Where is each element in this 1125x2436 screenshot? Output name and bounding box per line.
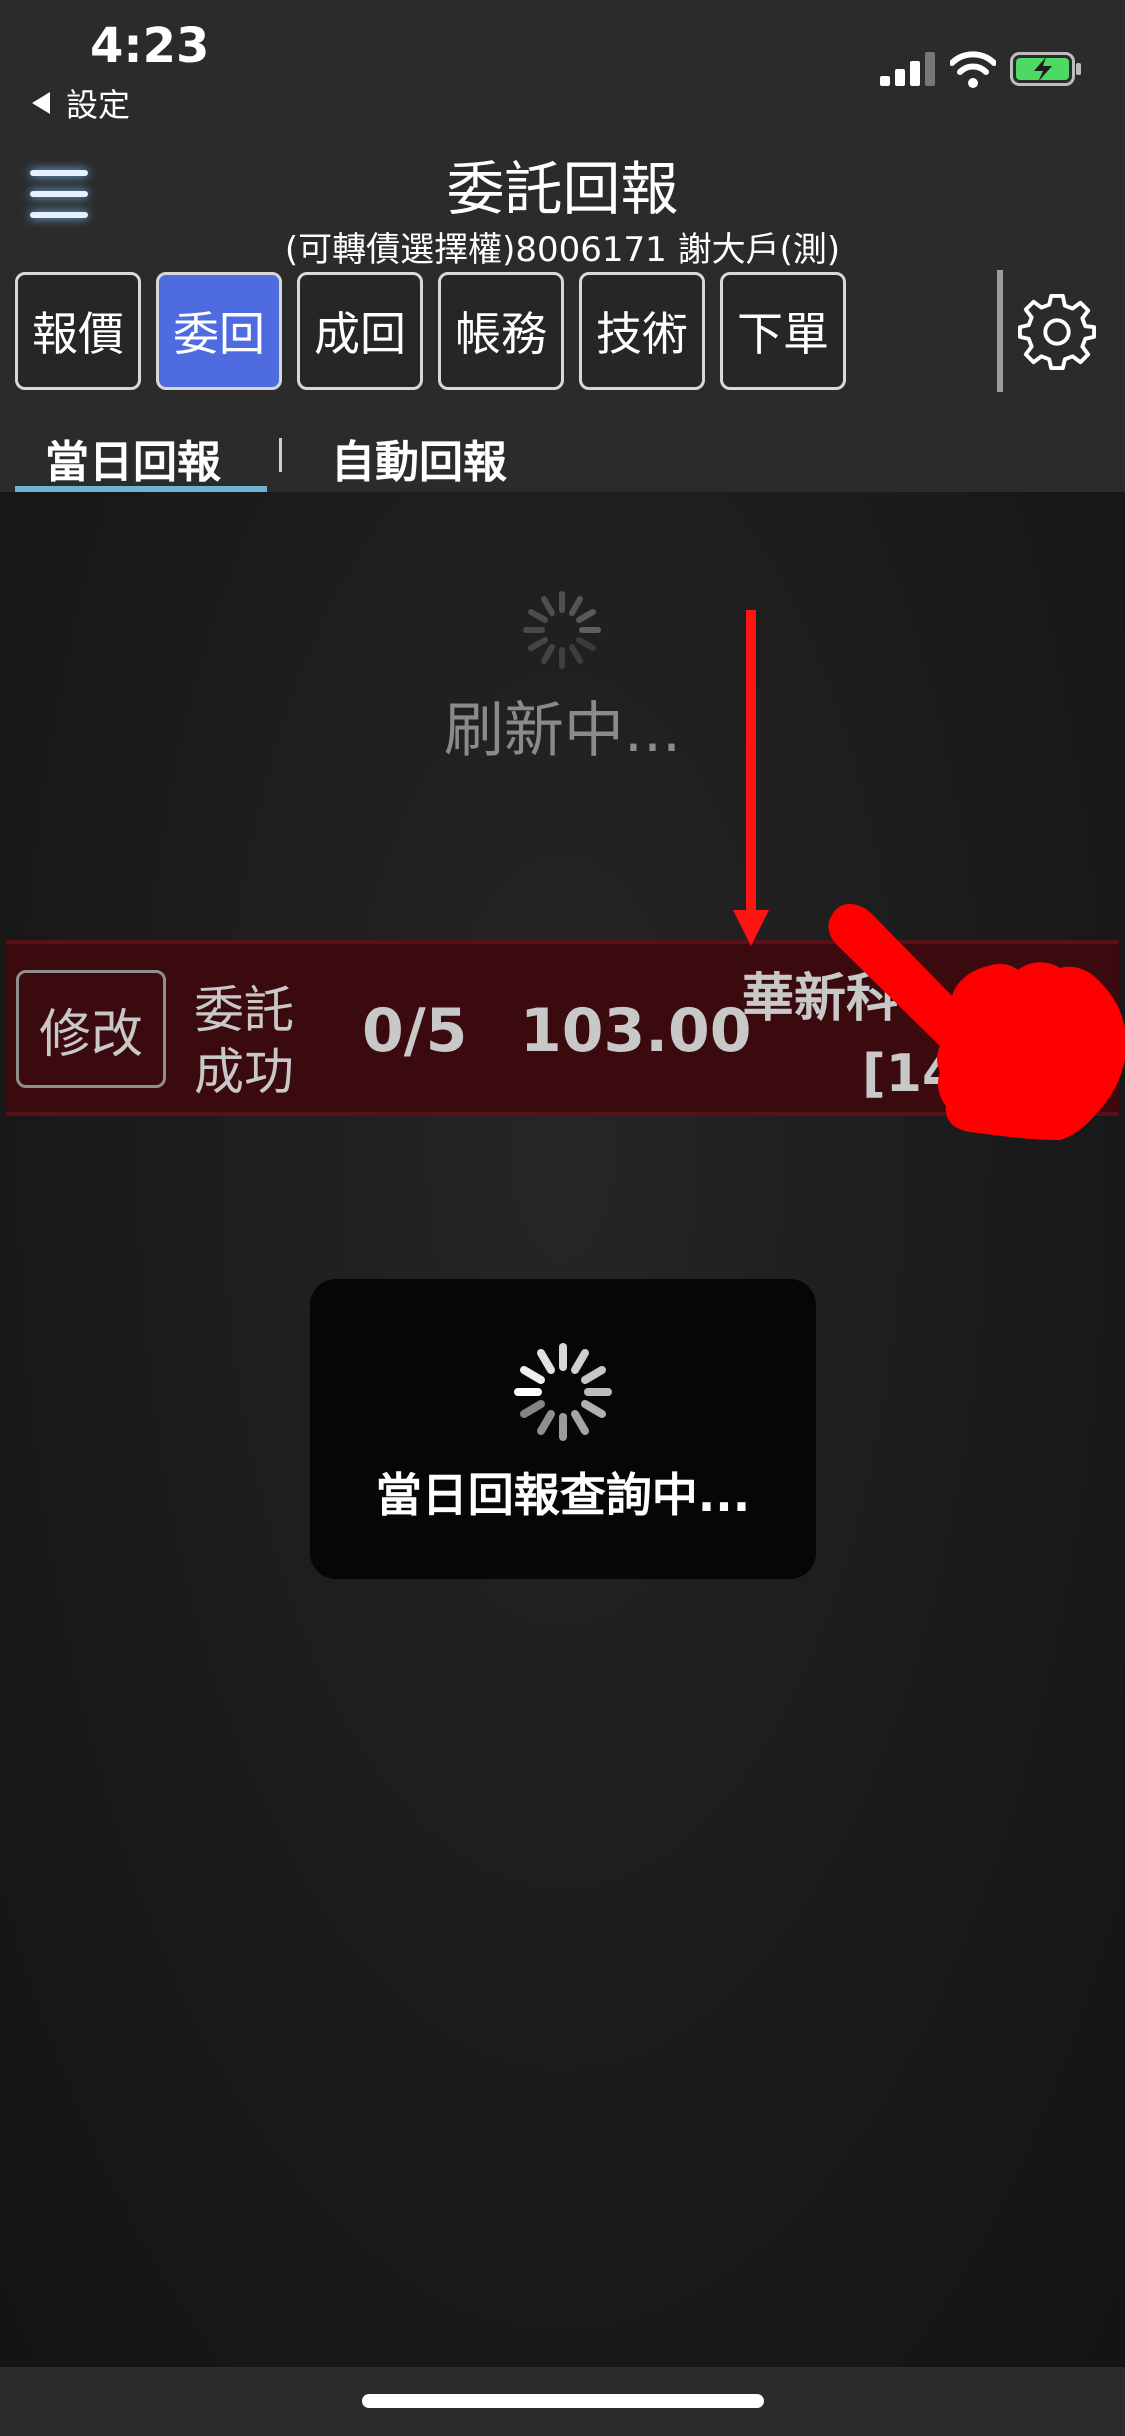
subtab-separator bbox=[279, 438, 282, 472]
cellular-signal-icon bbox=[880, 52, 935, 86]
back-to-settings[interactable]: 設定 bbox=[32, 80, 130, 126]
order-price: 103.00 bbox=[520, 996, 752, 1066]
gear-icon[interactable] bbox=[1018, 292, 1096, 370]
back-label: 設定 bbox=[66, 86, 131, 124]
loading-toast: 當日回報查詢中... bbox=[310, 1279, 816, 1579]
pointing-hand-icon bbox=[828, 903, 1125, 1140]
battery-charging-icon bbox=[1010, 52, 1081, 86]
swipe-down-arrow-line bbox=[746, 610, 756, 920]
status-time: 4:23 bbox=[90, 18, 210, 74]
subtab-auto-report[interactable]: 自動回報 bbox=[331, 426, 507, 490]
refresh-spinner-icon bbox=[523, 591, 601, 669]
main-tabs: 報價 委回 成回 帳務 技術 下單 bbox=[15, 272, 861, 390]
back-triangle-icon bbox=[32, 92, 50, 114]
tab-place-order[interactable]: 下單 bbox=[720, 272, 846, 390]
order-quantity: 0/5 bbox=[362, 996, 468, 1066]
swipe-down-arrow-head bbox=[733, 910, 769, 946]
wifi-icon bbox=[950, 51, 996, 88]
subtab-today-report[interactable]: 當日回報 bbox=[45, 426, 221, 490]
order-status-line2: 成功 bbox=[194, 1043, 294, 1101]
modify-order-button[interactable]: 修改 bbox=[16, 970, 166, 1088]
loading-spinner-icon bbox=[514, 1343, 612, 1441]
tab-order-report[interactable]: 委回 bbox=[156, 272, 282, 390]
refresh-status-text: 刷新中... bbox=[443, 696, 682, 766]
home-indicator[interactable] bbox=[362, 2394, 764, 2408]
tab-quote[interactable]: 報價 bbox=[15, 272, 141, 390]
loading-toast-text: 當日回報查詢中... bbox=[375, 1468, 751, 1522]
page-title: 委託回報 bbox=[446, 155, 679, 223]
tab-account[interactable]: 帳務 bbox=[438, 272, 564, 390]
tab-fill-report[interactable]: 成回 bbox=[297, 272, 423, 390]
toolbar-divider bbox=[997, 270, 1003, 392]
account-info[interactable]: (可轉債選擇權)8006171 謝大戶(測) bbox=[0, 222, 1125, 271]
sub-tabs: 當日回報 自動回報 bbox=[15, 416, 1125, 492]
tab-technical[interactable]: 技術 bbox=[579, 272, 705, 390]
